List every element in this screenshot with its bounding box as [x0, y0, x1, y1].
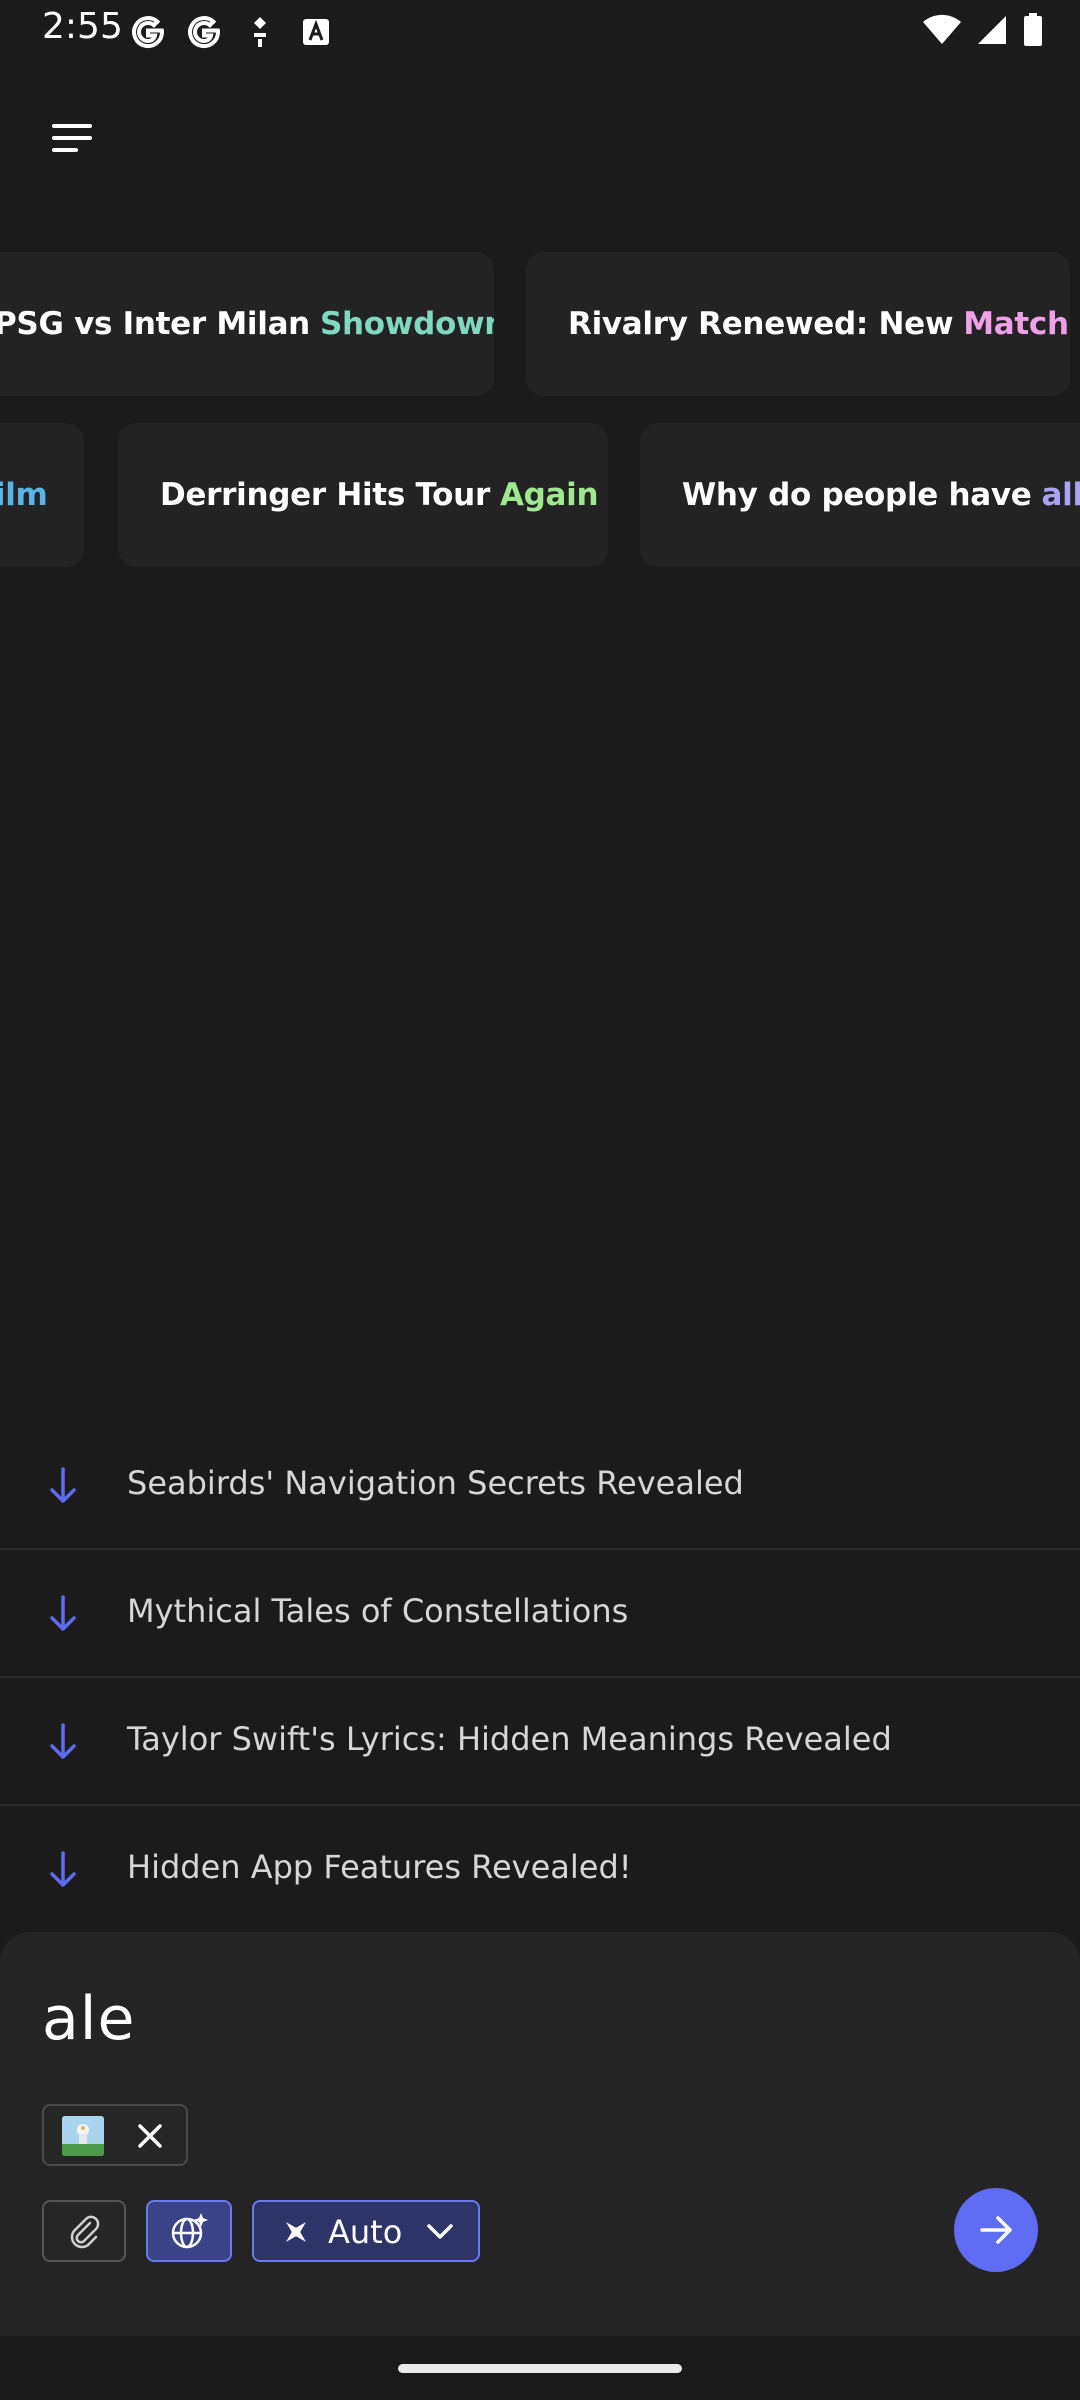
home-indicator[interactable] — [398, 2364, 682, 2373]
chevron-down-icon — [427, 2224, 453, 2239]
google-g-icon — [128, 12, 168, 52]
query-input[interactable]: ale — [42, 1984, 135, 2054]
web-search-toggle[interactable] — [146, 2200, 232, 2262]
arrow-down-icon — [50, 1851, 76, 1887]
notification-icons — [128, 12, 336, 52]
image-thumbnail — [62, 2116, 104, 2156]
remove-attachment-button[interactable] — [130, 2116, 170, 2156]
suggestion-item[interactable]: Mythical Tales of Constellations — [0, 1552, 1080, 1678]
attachment-chip — [42, 2104, 188, 2166]
suggestion-item[interactable]: Hidden App Features Revealed! — [0, 1808, 1080, 1934]
signal-icon — [976, 14, 1008, 50]
paperclip-icon — [70, 2215, 100, 2249]
mode-selector[interactable]: Auto — [252, 2200, 480, 2262]
suggestion-text: Hidden App Features Revealed! — [127, 1848, 632, 1886]
chip-text: Derringer Hits Tour — [160, 477, 490, 513]
chip-accent: Showdown — [319, 306, 494, 342]
chip-accent: Match — [963, 306, 1069, 342]
attach-button[interactable] — [42, 2200, 126, 2262]
chip-accent: Film — [0, 477, 48, 513]
font-a-icon — [296, 12, 336, 52]
trending-chip[interactable]: PSG vs Inter Milan Showdown — [0, 252, 494, 396]
suggestion-text: Mythical Tales of Constellations — [127, 1592, 629, 1630]
chip-text: PSG vs Inter Milan — [0, 306, 310, 342]
close-icon — [138, 2124, 162, 2148]
globe-sparkle-icon — [171, 2213, 208, 2249]
google-g-icon — [184, 12, 224, 52]
arrow-down-icon — [50, 1467, 76, 1503]
mode-label: Auto — [328, 2213, 403, 2251]
status-time: 2:55 — [42, 6, 123, 47]
chip-text: Why do people have — [682, 477, 1032, 513]
chip-accent: Again — [499, 477, 599, 513]
chip-text: Rivalry Renewed: New — [568, 306, 954, 342]
accessibility-icon — [240, 12, 280, 52]
system-icons — [922, 12, 1044, 52]
arrow-down-icon — [50, 1595, 76, 1631]
trending-chip[interactable]: Derringer Hits Tour Again — [118, 423, 608, 567]
arrow-down-icon — [50, 1723, 76, 1759]
chip-accent: allergies — [1041, 477, 1080, 513]
wifi-icon — [922, 14, 962, 50]
send-button[interactable] — [954, 2188, 1038, 2272]
trending-chip[interactable]: Rivalry Renewed: New Match — [526, 252, 1070, 396]
suggestion-text: Seabirds' Navigation Secrets Revealed — [127, 1464, 744, 1502]
trending-chip[interactable]: Why do people have allergies — [640, 423, 1080, 567]
sparkle-icon — [286, 2222, 306, 2242]
battery-icon — [1022, 13, 1044, 51]
suggestion-text: Taylor Swift's Lyrics: Hidden Meanings R… — [127, 1720, 892, 1758]
status-bar: 2:55 — [0, 0, 1080, 62]
suggestion-item[interactable]: Seabirds' Navigation Secrets Revealed — [0, 1424, 1080, 1550]
trending-chip[interactable]: Film — [0, 423, 84, 567]
hamburger-menu-icon — [52, 124, 92, 152]
arrow-right-icon — [980, 2216, 1012, 2244]
menu-button[interactable] — [46, 116, 102, 160]
suggestion-item[interactable]: Taylor Swift's Lyrics: Hidden Meanings R… — [0, 1680, 1080, 1806]
